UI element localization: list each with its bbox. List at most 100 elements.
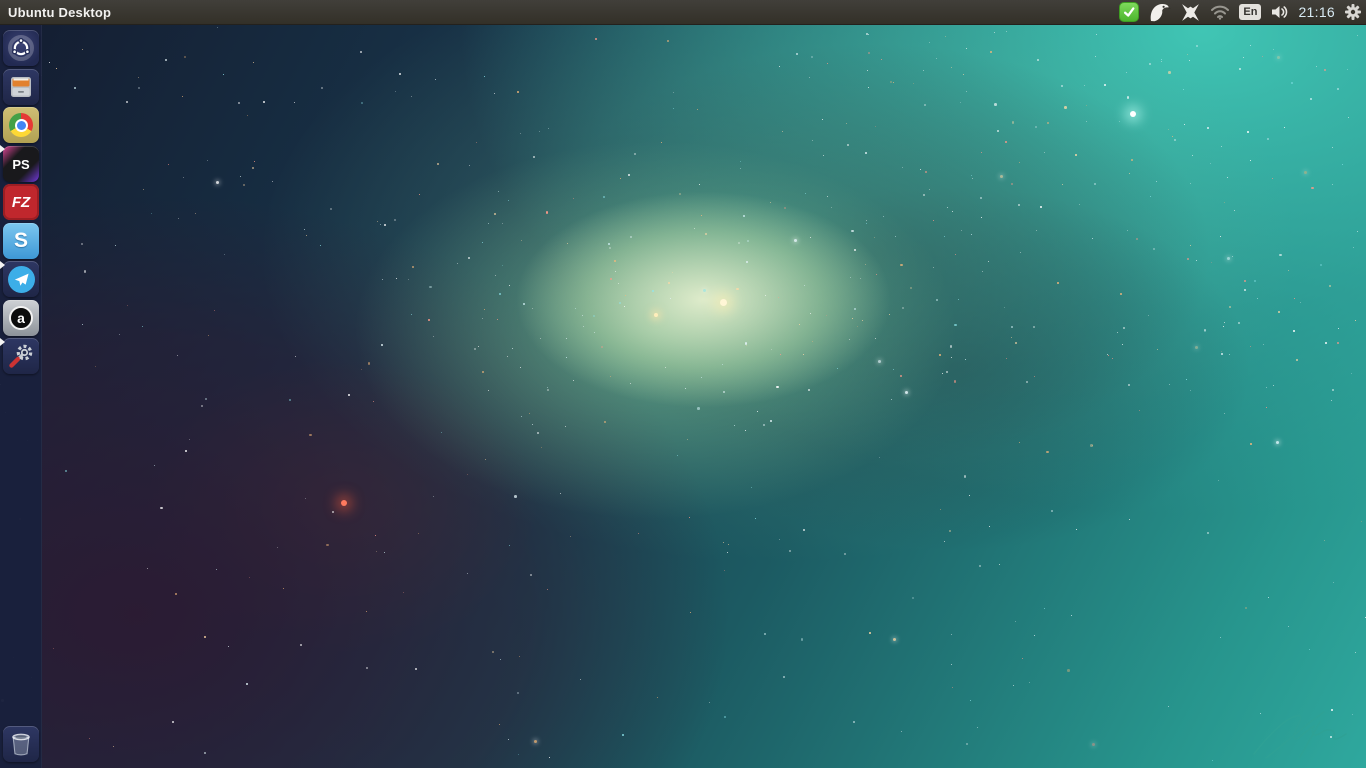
- star: [223, 74, 224, 75]
- system-tools-button[interactable]: [3, 338, 39, 374]
- star: [138, 87, 140, 89]
- star: [84, 270, 87, 273]
- star: [673, 108, 674, 109]
- star: [1211, 262, 1212, 263]
- star: [467, 474, 468, 475]
- files-button[interactable]: [3, 69, 39, 105]
- star: [1122, 344, 1123, 345]
- star: [523, 303, 525, 305]
- star: [494, 213, 496, 215]
- star: [382, 279, 383, 280]
- star: [803, 354, 804, 355]
- star: [1207, 127, 1209, 129]
- star: [238, 102, 240, 104]
- star: [810, 313, 811, 314]
- star: [1128, 384, 1130, 386]
- star: [1329, 285, 1331, 287]
- trash-button[interactable]: [3, 726, 39, 762]
- star: [945, 36, 946, 37]
- star: [1044, 608, 1045, 609]
- star: [687, 439, 688, 440]
- star: [74, 87, 76, 89]
- star: [520, 133, 521, 134]
- star: [854, 308, 856, 310]
- pinwheel-x-indicator-icon[interactable]: [1180, 0, 1201, 24]
- star: [1263, 344, 1264, 345]
- star: [849, 339, 850, 340]
- star: [981, 217, 982, 218]
- a-badge-button[interactable]: a: [3, 300, 39, 336]
- star: [1020, 252, 1021, 253]
- star: [507, 356, 508, 357]
- star: [1094, 183, 1096, 185]
- star: [620, 178, 621, 179]
- star: [610, 278, 612, 280]
- star: [1262, 56, 1263, 57]
- volume-icon[interactable]: [1270, 0, 1289, 24]
- session-gear-icon[interactable]: [1344, 0, 1362, 24]
- star: [593, 315, 595, 317]
- star: [1347, 69, 1348, 70]
- star: [82, 324, 83, 325]
- keyboard-layout-indicator[interactable]: En: [1239, 0, 1261, 24]
- star: [1127, 96, 1130, 99]
- star: [289, 399, 291, 401]
- star: [520, 367, 521, 368]
- star: [1278, 311, 1280, 313]
- star: [1006, 358, 1007, 359]
- star: [1355, 652, 1356, 653]
- star: [309, 434, 312, 437]
- star: [1296, 359, 1298, 361]
- star: [920, 169, 921, 170]
- star: [189, 439, 190, 440]
- star: [532, 424, 533, 425]
- star: [923, 70, 924, 71]
- star: [1076, 529, 1077, 530]
- ubuntu-dash-button[interactable]: [3, 30, 39, 66]
- star: [609, 247, 611, 249]
- star: [205, 398, 207, 400]
- clock-indicator[interactable]: 21:16: [1298, 0, 1335, 24]
- star: [468, 257, 470, 259]
- star: [812, 140, 813, 141]
- star: [411, 96, 412, 97]
- star: [1172, 136, 1173, 137]
- desktop-wallpaper[interactable]: [0, 0, 1366, 768]
- star: [127, 305, 128, 306]
- bird-indicator-icon[interactable]: [1148, 0, 1171, 24]
- star: [1104, 84, 1106, 86]
- telegram-button[interactable]: [3, 261, 39, 297]
- star: [1273, 49, 1274, 50]
- wifi-icon[interactable]: [1210, 0, 1230, 24]
- check-badge: [1119, 2, 1139, 22]
- panel-title: Ubuntu Desktop: [8, 5, 111, 20]
- check-badge-icon[interactable]: [1119, 0, 1139, 24]
- star: [217, 27, 218, 28]
- star: [1288, 626, 1289, 627]
- star: [875, 338, 876, 339]
- star: [952, 211, 953, 212]
- star: [891, 399, 892, 400]
- skype-button[interactable]: S: [3, 223, 39, 259]
- star: [1187, 258, 1189, 260]
- star: [1220, 236, 1221, 237]
- star: [883, 216, 884, 217]
- star: [1277, 56, 1280, 59]
- star: [566, 357, 567, 358]
- star: [869, 632, 871, 634]
- star: [1361, 521, 1362, 522]
- filezilla-button[interactable]: FZ: [3, 184, 39, 220]
- chrome-button[interactable]: [3, 107, 39, 143]
- star: [893, 638, 896, 641]
- star: [1006, 31, 1007, 32]
- star: [502, 223, 503, 224]
- star: [875, 126, 876, 127]
- star: [740, 168, 741, 169]
- star: [160, 507, 163, 510]
- star: [541, 447, 542, 448]
- phpstorm-button[interactable]: PS: [3, 146, 39, 182]
- star: [868, 52, 870, 54]
- star: [1192, 155, 1193, 156]
- star: [801, 638, 804, 641]
- star: [361, 102, 363, 104]
